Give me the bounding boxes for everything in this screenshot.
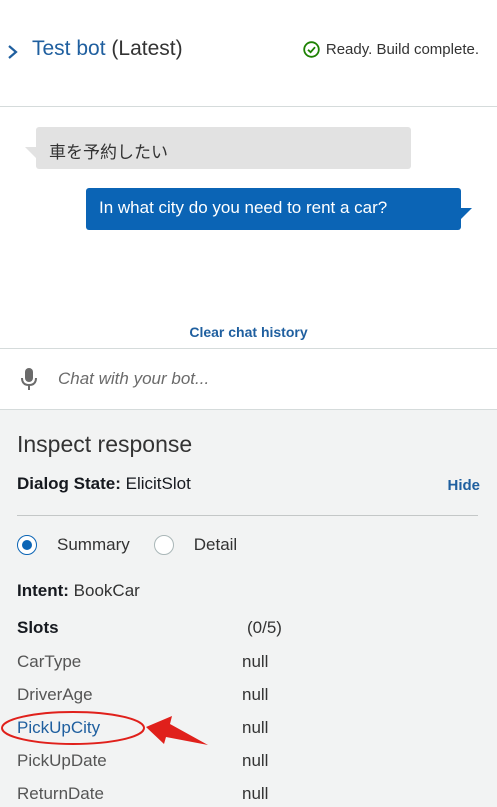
detail-radio[interactable] [153,535,174,555]
slot-row: PickUpCity null [17,718,487,738]
slot-value: null [242,784,269,803]
slot-row: PickUpDate null [17,751,487,771]
dialog-state-label: Dialog State: [17,474,121,493]
slot-value: null [242,685,269,704]
slots-label: Slots [17,618,59,637]
slot-name: PickUpDate [17,751,107,770]
slot-row: ReturnDate null [17,784,487,804]
intent-label: Intent: [17,581,69,600]
intent-value: BookCar [73,581,140,600]
slots-header: Slots (0/5) [17,618,487,638]
slot-row: DriverAge null [17,685,487,705]
intent: Intent: BookCar [17,581,140,601]
slot-value: null [242,652,269,671]
slots-count: (0/5) [247,618,282,637]
microphone-icon[interactable] [20,367,38,391]
slot-value: null [242,751,269,770]
chat-input-bar [0,348,497,410]
bot-name[interactable]: Test bot [32,37,106,60]
dialog-state-value: ElicitSlot [125,474,191,493]
inspect-response-panel: Inspect response Dialog State: ElicitSlo… [0,410,497,807]
dialog-state: Dialog State: ElicitSlot [17,474,191,494]
chevron-right-icon[interactable] [6,40,20,64]
slot-name: ReturnDate [17,784,104,803]
bot-header: Test bot (Latest) Ready. Build complete. [0,0,497,107]
bot-title: Test bot (Latest) [32,37,183,61]
chat-area: 車を予約したい In what city do you need to rent… [0,108,497,348]
clear-chat-history-label[interactable]: Clear chat history [189,324,307,340]
divider [17,515,478,516]
slot-name: DriverAge [17,685,93,704]
summary-radio[interactable] [17,535,37,555]
hide-button[interactable]: Hide [447,477,480,494]
bot-message: In what city do you need to rent a car? [86,188,472,230]
view-toggle: Summary Detail [17,535,237,555]
build-status: Ready. Build complete. [303,41,479,58]
chat-input[interactable] [58,365,478,393]
slot-value: null [242,718,269,737]
slot-name: CarType [17,652,82,671]
user-message: 車を予約したい [25,127,411,169]
bot-version: (Latest) [111,37,183,60]
clear-chat-history-link[interactable]: Clear chat history [0,324,497,340]
slot-row: CarType null [17,652,487,672]
inspect-heading: Inspect response [17,431,193,457]
detail-radio-label[interactable]: Detail [194,535,237,555]
summary-radio-label[interactable]: Summary [57,535,130,555]
slot-name-pickupcity[interactable]: PickUpCity [17,718,100,737]
check-circle-icon [303,41,320,58]
build-status-text: Ready. Build complete. [325,41,479,58]
